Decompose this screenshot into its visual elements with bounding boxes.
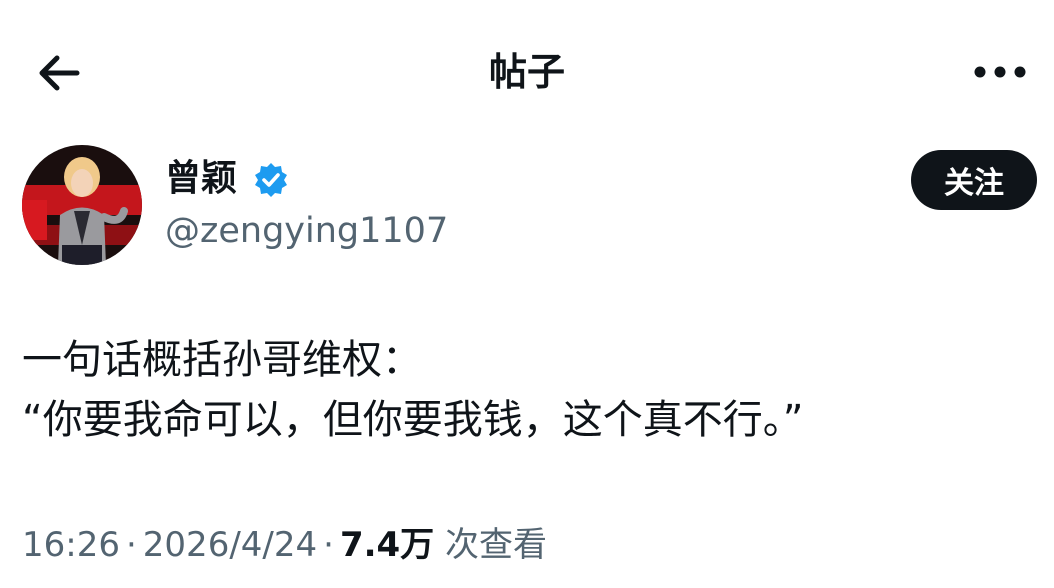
post-text-line: 一句话概括孙哥维权： [22, 337, 422, 383]
avatar[interactable] [22, 145, 142, 265]
post-date[interactable]: 2026/4/24 [143, 525, 317, 565]
views-count[interactable]: 7.4万 [340, 525, 434, 565]
post-text-line: “你要我命可以，但你要我钱，这个真不行。” [22, 397, 804, 443]
post-meta: 16:26 · 2026/4/24 · 7.4万 次查看 [22, 520, 547, 570]
post-time[interactable]: 16:26 [22, 525, 120, 565]
post-content: 一句话概括孙哥维权： “你要我命可以，但你要我钱，这个真不行。” [22, 330, 1032, 450]
author-name[interactable]: 曾颖 [165, 155, 237, 203]
top-bar: 帖子 [0, 0, 1054, 140]
follow-button[interactable]: 关注 [911, 150, 1037, 210]
more-options-button[interactable] [968, 52, 1032, 92]
page-title: 帖子 [488, 50, 565, 94]
author-handle[interactable]: @zengying1107 [165, 208, 448, 254]
avatar-image [22, 145, 142, 265]
views-label: 次查看 [445, 525, 547, 565]
more-horizontal-icon [974, 66, 1026, 78]
meta-separator: · [323, 525, 334, 565]
meta-separator: · [125, 525, 137, 565]
verified-badge-icon [255, 163, 287, 197]
